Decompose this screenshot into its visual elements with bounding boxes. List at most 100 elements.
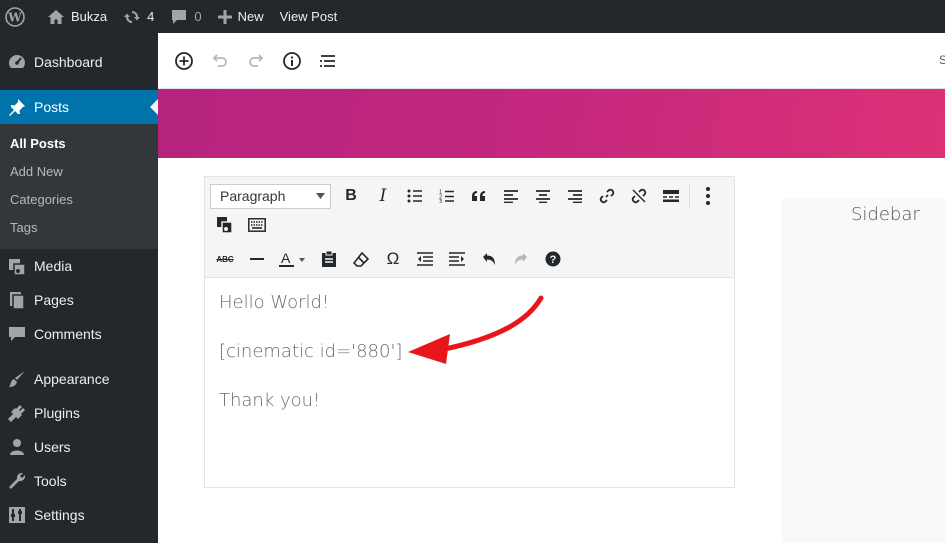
format-select-value: Paragraph (220, 188, 286, 204)
bold-button[interactable]: B (335, 181, 367, 211)
bullet-list-icon (407, 189, 422, 203)
menu-item-plugins[interactable]: Plugins (0, 396, 158, 430)
updates-count: 4 (147, 9, 155, 24)
menu-label-pages: Pages (34, 292, 74, 308)
submenu-categories[interactable]: Categories (0, 186, 158, 214)
special-character-button[interactable]: Ω (377, 244, 409, 274)
mce-undo-button[interactable] (473, 244, 505, 274)
read-more-button[interactable] (655, 181, 687, 211)
clear-formatting-button[interactable] (345, 244, 377, 274)
numbered-list-button[interactable]: 123 (431, 181, 463, 211)
italic-icon: I (379, 186, 387, 206)
settings-icon (7, 505, 27, 525)
content-paragraph-3[interactable]: Thank you! (219, 392, 720, 410)
menu-item-users[interactable]: Users (0, 430, 158, 464)
menu-item-pages[interactable]: Pages (0, 283, 158, 317)
sidebar-title: Sidebar (851, 204, 920, 225)
menu-item-media[interactable]: Media (0, 249, 158, 283)
toolbar-row-2: ABC A Ω ? (209, 241, 569, 277)
view-post-link[interactable]: View Post (272, 0, 346, 33)
header-right-truncated[interactable]: S (939, 53, 945, 67)
svg-text:3: 3 (439, 199, 442, 203)
format-select[interactable]: Paragraph (210, 183, 331, 209)
wordpress-logo[interactable]: W (0, 0, 39, 33)
block-navigation-button[interactable] (316, 49, 340, 73)
vertical-ellipsis-icon (706, 187, 710, 205)
comments-link[interactable]: 0 (162, 0, 209, 33)
indent-icon (449, 252, 465, 266)
plus-circle-icon (175, 51, 193, 70)
toolbar-toggle-button[interactable] (241, 210, 273, 240)
updates-icon (124, 10, 141, 23)
keyboard-shortcuts-button[interactable]: ? (537, 244, 569, 274)
theme-sidebar-area: Sidebar (781, 198, 945, 543)
svg-text:?: ? (550, 254, 557, 266)
bullet-list-button[interactable] (399, 181, 431, 211)
omega-icon: Ω (386, 249, 400, 268)
menu-item-appearance[interactable]: Appearance (0, 362, 158, 396)
view-post-label: View Post (279, 9, 338, 24)
media-icon (7, 256, 27, 276)
info-icon (283, 51, 301, 70)
toolbar-separator (689, 184, 690, 208)
insert-link-button[interactable] (591, 181, 623, 211)
add-media-button[interactable] (209, 210, 241, 240)
paste-text-button[interactable] (313, 244, 345, 274)
more-options-button[interactable] (696, 181, 720, 211)
read-more-icon (663, 190, 679, 202)
posts-submenu: All Posts Add New Categories Tags (0, 124, 158, 249)
submenu-all-posts[interactable]: All Posts (0, 130, 158, 158)
strikethrough-button[interactable]: ABC (209, 244, 241, 274)
admin-menu: Dashboard Posts All Posts Add New Catego… (0, 33, 158, 543)
menu-label-dashboard: Dashboard (34, 54, 103, 70)
undo-button[interactable] (208, 49, 232, 73)
users-icon (7, 437, 27, 457)
wordpress-icon: W (5, 6, 25, 27)
horizontal-line-button[interactable] (241, 244, 273, 274)
italic-button[interactable]: I (367, 181, 399, 211)
align-left-icon (504, 189, 518, 203)
submenu-add-new[interactable]: Add New (0, 158, 158, 186)
outdent-button[interactable] (409, 244, 441, 274)
menu-label-comments: Comments (34, 326, 102, 342)
toolbar-row-1: Paragraph B I 123 (205, 178, 720, 214)
menu-item-posts[interactable]: Posts (0, 90, 158, 124)
menu-item-comments[interactable]: Comments (0, 317, 158, 351)
quote-icon (472, 191, 485, 201)
menu-label-settings: Settings (34, 507, 85, 523)
pages-icon (7, 290, 27, 310)
toolbar-row-1b (209, 207, 273, 243)
menu-item-settings[interactable]: Settings (0, 498, 158, 532)
svg-text:A: A (281, 250, 291, 266)
menu-label-posts: Posts (34, 99, 70, 115)
redo-icon (249, 53, 264, 67)
wrench-icon (7, 471, 27, 491)
menu-label-appearance: Appearance (34, 371, 110, 387)
menu-label-plugins: Plugins (34, 405, 80, 421)
strikethrough-icon: ABC (216, 254, 234, 264)
align-left-button[interactable] (495, 181, 527, 211)
indent-button[interactable] (441, 244, 473, 274)
menu-item-dashboard[interactable]: Dashboard (0, 45, 158, 79)
align-center-button[interactable] (527, 181, 559, 211)
align-right-icon (568, 189, 582, 203)
content-info-button[interactable] (280, 49, 304, 73)
mce-redo-button[interactable] (505, 244, 537, 274)
clipboard-icon (322, 251, 336, 267)
add-block-button[interactable] (172, 49, 196, 73)
redo-button[interactable] (244, 49, 268, 73)
plus-icon (217, 9, 232, 24)
remove-link-button[interactable] (623, 181, 655, 211)
comments-icon (7, 324, 27, 344)
menu-item-tools[interactable]: Tools (0, 464, 158, 498)
menu-label-media: Media (34, 258, 73, 274)
eraser-icon (353, 251, 369, 267)
submenu-tags[interactable]: Tags (0, 214, 158, 242)
new-content-link[interactable]: New (210, 0, 272, 33)
updates-link[interactable]: 4 (115, 0, 162, 33)
blockquote-button[interactable] (463, 181, 495, 211)
text-color-button[interactable]: A (273, 244, 313, 274)
comment-bubble-icon (172, 10, 187, 24)
align-right-button[interactable] (559, 181, 591, 211)
site-name-link[interactable]: Bukza (39, 0, 115, 33)
